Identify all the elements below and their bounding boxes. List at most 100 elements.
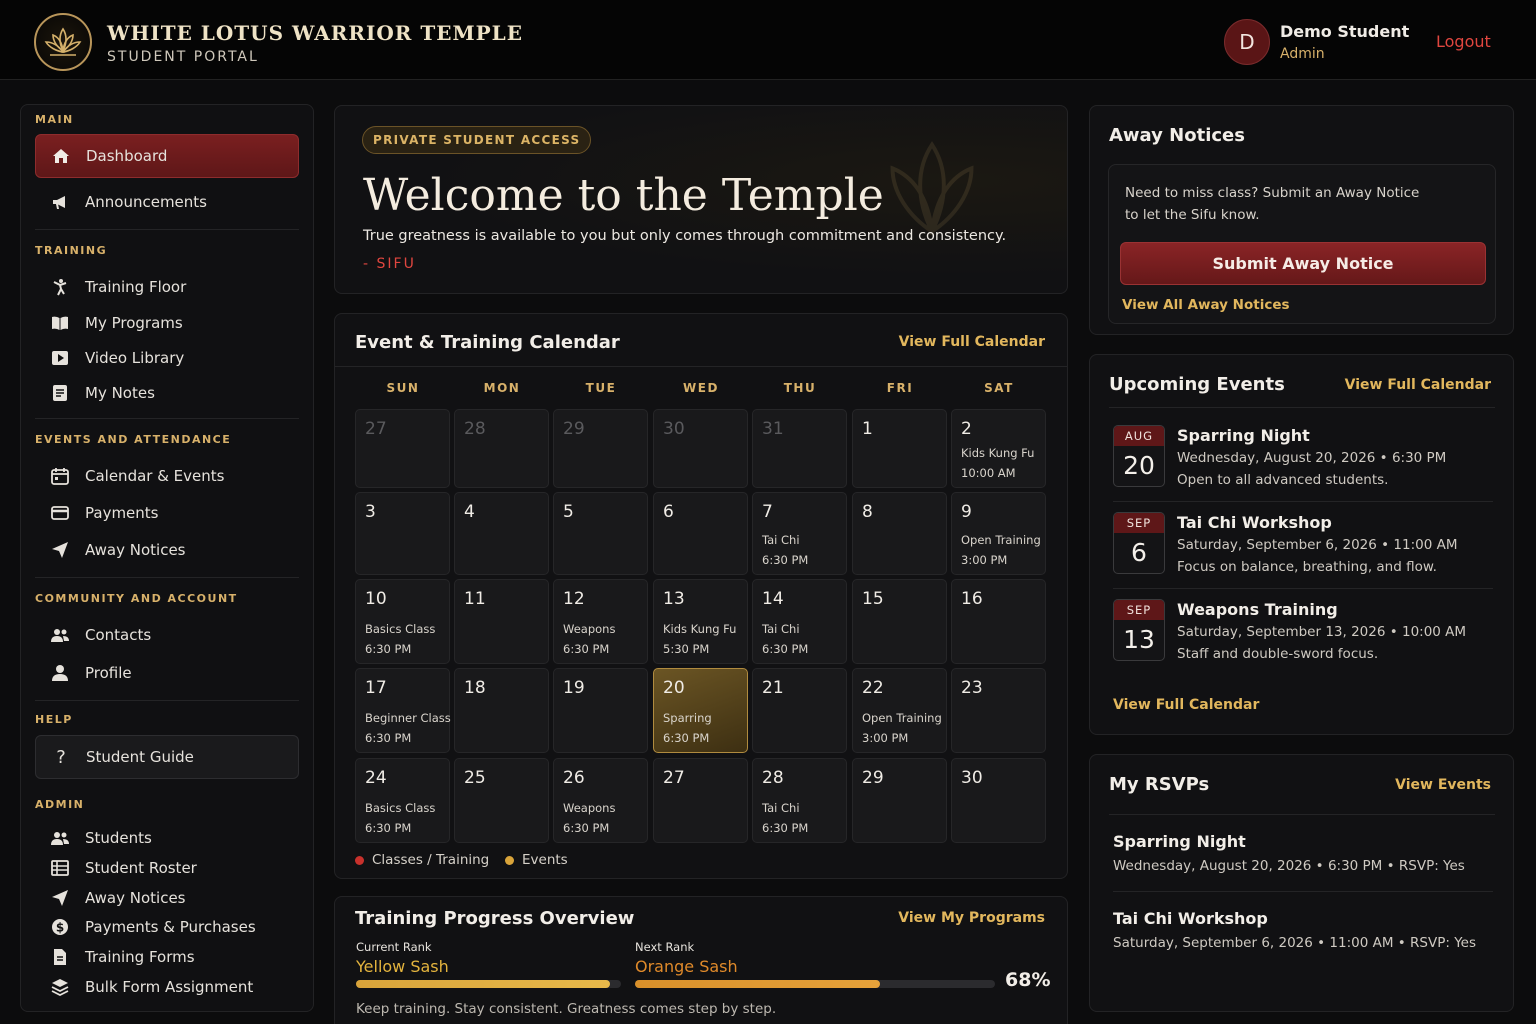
event-datetime: Saturday, September 13, 2026 • 10:00 AM	[1177, 624, 1467, 640]
calendar-day[interactable]: 5	[553, 492, 648, 575]
day-number: 9	[961, 502, 972, 522]
logout-button[interactable]: Logout	[1436, 32, 1491, 51]
avatar[interactable]: D	[1224, 19, 1270, 65]
day-number: 28	[762, 768, 784, 788]
day-event-name: Open Training	[961, 533, 1041, 547]
sidebar-item-contacts[interactable]: Contacts	[35, 617, 299, 653]
calendar-day[interactable]: 3	[355, 492, 450, 575]
calendar-day[interactable]: 30	[951, 758, 1046, 843]
calendar-day[interactable]: 12 Weapons 6:30 PM	[553, 579, 648, 664]
calendar-day[interactable]: 2 Kids Kung Fu 10:00 AM	[951, 409, 1046, 488]
calendar-day[interactable]: 17 Beginner Class 6:30 PM	[355, 668, 451, 753]
day-number: 21	[762, 678, 784, 698]
view-all-away-notices-link[interactable]: View All Away Notices	[1122, 297, 1290, 313]
calendar-title: Event & Training Calendar	[355, 332, 620, 353]
event-month: SEP	[1114, 513, 1164, 533]
sidebar-item-label: Profile	[85, 664, 132, 682]
day-event-name: Tai Chi	[762, 533, 800, 547]
calendar-day[interactable]: 19	[553, 668, 648, 753]
user-name: Demo Student	[1280, 22, 1410, 41]
calendar-day[interactable]: 31	[752, 409, 847, 488]
calendar-day[interactable]: 29	[852, 758, 947, 843]
calendar-day[interactable]: 8	[852, 492, 947, 575]
day-number: 31	[762, 419, 784, 439]
event-date-badge: SEP 13	[1113, 599, 1165, 661]
sidebar-item-my-notes[interactable]: My Notes	[35, 375, 299, 411]
calendar-day[interactable]: 9 Open Training 3:00 PM	[951, 492, 1046, 575]
view-full-calendar-bottom-link[interactable]: View Full Calendar	[1113, 697, 1259, 713]
calendar-day-today[interactable]: 20 Sparring 6:30 PM	[653, 668, 748, 753]
calendar-day[interactable]: 10 Basics Class 6:30 PM	[355, 579, 450, 664]
view-full-calendar-link[interactable]: View Full Calendar	[899, 334, 1045, 350]
calendar-day[interactable]: 16	[951, 579, 1046, 664]
calendar-day[interactable]: 1	[852, 409, 947, 488]
calendar-day[interactable]: 27	[355, 409, 450, 488]
event-datetime: Saturday, September 6, 2026 • 11:00 AM	[1177, 537, 1458, 553]
calendar-day[interactable]: 15	[852, 579, 947, 664]
day-number: 3	[365, 502, 376, 522]
sidebar-item-label: Contacts	[85, 626, 152, 644]
calendar-day[interactable]: 11	[454, 579, 549, 664]
view-events-link[interactable]: View Events	[1395, 777, 1491, 793]
sidebar-item-payments[interactable]: Payments	[35, 495, 299, 531]
sidebar-item-profile[interactable]: Profile	[35, 655, 299, 691]
sidebar-item-dashboard[interactable]: Dashboard	[35, 134, 299, 178]
calendar-day[interactable]: 6	[653, 492, 748, 575]
calendar-day[interactable]: 29	[553, 409, 648, 488]
weekday-wed: WED	[683, 381, 719, 395]
section-heading-admin: ADMIN	[35, 798, 85, 811]
day-number: 11	[464, 589, 486, 609]
next-rank-value: Orange Sash	[635, 957, 738, 976]
play-icon	[49, 347, 71, 369]
view-my-programs-link[interactable]: View My Programs	[898, 910, 1045, 926]
legend-classes: Classes / Training	[355, 852, 489, 868]
calendar-day[interactable]: 7 Tai Chi 6:30 PM	[752, 492, 847, 575]
sidebar-item-calendar-events[interactable]: Calendar & Events	[35, 458, 299, 494]
view-full-calendar-link[interactable]: View Full Calendar	[1345, 377, 1491, 393]
legend-dot-classes	[355, 855, 364, 865]
calendar-day[interactable]: 18	[454, 668, 549, 753]
calendar-day[interactable]: 4	[454, 492, 549, 575]
calendar-day[interactable]: 24 Basics Class 6:30 PM	[355, 758, 450, 843]
divider	[1109, 814, 1495, 815]
day-number: 17	[365, 678, 387, 698]
private-access-badge: PRIVATE STUDENT ACCESS	[362, 126, 592, 154]
calendar-day[interactable]: 14 Tai Chi 6:30 PM	[752, 579, 847, 664]
progress-bar	[635, 980, 995, 988]
rsvp-title: Sparring Night	[1113, 832, 1246, 851]
calendar-day[interactable]: 25	[454, 758, 549, 843]
sidebar-item-announcements[interactable]: Announcements	[35, 184, 299, 220]
paper-plane-icon	[49, 887, 71, 909]
section-heading-help: HELP	[35, 713, 73, 726]
calendar-day[interactable]: 23	[951, 668, 1046, 753]
day-number: 13	[663, 589, 685, 609]
sidebar-item-label: Bulk Form Assignment	[85, 978, 254, 996]
away-notice-box: Need to miss class? Submit an Away Notic…	[1108, 164, 1496, 324]
sidebar-item-label: Away Notices	[85, 541, 186, 559]
sidebar-item-student-guide[interactable]: ? Student Guide	[35, 735, 299, 779]
divider	[335, 366, 1067, 367]
section-heading-events: EVENTS AND ATTENDANCE	[35, 433, 232, 446]
calendar-day[interactable]: 13 Kids Kung Fu 5:30 PM	[653, 579, 748, 664]
calendar-day[interactable]: 22 Open Training 3:00 PM	[852, 668, 947, 753]
sidebar-item-training-floor[interactable]: Training Floor	[35, 269, 299, 305]
event-day: 6	[1131, 538, 1147, 567]
event-date-badge: AUG 20	[1113, 425, 1165, 487]
sidebar-item-label: My Notes	[85, 384, 155, 402]
calendar-day[interactable]: 27	[653, 758, 748, 843]
calendar-icon	[49, 465, 71, 487]
sidebar-item-video-library[interactable]: Video Library	[35, 340, 299, 376]
calendar-day[interactable]: 28	[454, 409, 549, 488]
weekday-sun: SUN	[386, 381, 420, 395]
sidebar-item-my-programs[interactable]: My Programs	[35, 305, 299, 341]
calendar-day[interactable]: 28 Tai Chi 6:30 PM	[752, 758, 847, 843]
calendar-day[interactable]: 30	[653, 409, 748, 488]
sidebar-item-bulk-form-assignment[interactable]: Bulk Form Assignment	[35, 969, 299, 1005]
calendar-day[interactable]: 26 Weapons 6:30 PM	[553, 758, 648, 843]
current-rank-label: Current Rank	[356, 940, 432, 954]
calendar-day[interactable]: 21	[752, 668, 847, 753]
sidebar-item-away-notices[interactable]: Away Notices	[35, 532, 299, 568]
submit-away-notice-button[interactable]: Submit Away Notice	[1120, 242, 1486, 285]
event-description: Staff and double-sword focus.	[1177, 646, 1379, 662]
day-event-name: Tai Chi	[762, 801, 800, 815]
